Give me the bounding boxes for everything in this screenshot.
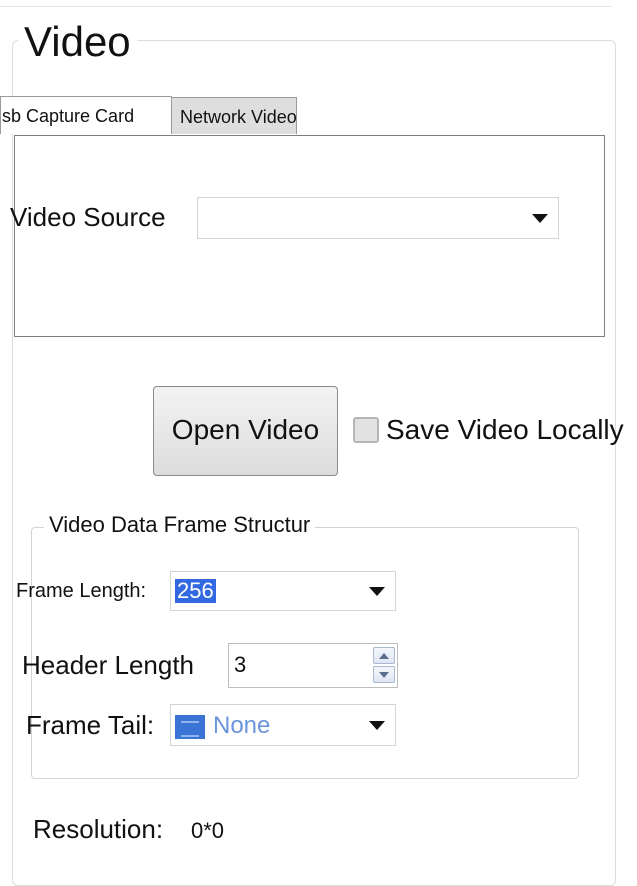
chevron-down-icon <box>532 214 548 223</box>
tab-usb-capture-card[interactable]: usb Capture Card <box>0 96 172 134</box>
video-group-title: Video <box>18 14 137 70</box>
resolution-label: Resolution: <box>33 814 164 844</box>
header-length-spinbox[interactable]: 3 <box>228 643 398 688</box>
frame-tail-label: Frame Tail: <box>26 710 155 740</box>
video-source-combo[interactable] <box>197 197 559 239</box>
resolution-value: 0*0 <box>191 818 225 843</box>
header-length-label: Header Length <box>22 650 195 680</box>
frame-structure-title: Video Data Frame Structur <box>44 510 316 540</box>
frame-length-value: 256 <box>175 578 216 603</box>
open-video-button[interactable]: Open Video <box>153 386 338 476</box>
chevron-down-icon <box>369 721 385 730</box>
spin-down-button[interactable] <box>373 666 395 683</box>
video-source-label: Video Source <box>10 202 166 232</box>
arrow-up-icon <box>379 653 389 659</box>
frame-length-label: Frame Length: <box>16 580 147 602</box>
top-divider <box>0 6 612 7</box>
frame-tail-icon <box>175 714 205 739</box>
header-length-value: 3 <box>234 652 247 677</box>
tab-label: Network Video <box>180 107 297 127</box>
frame-length-combo[interactable]: 256 <box>170 571 396 611</box>
save-locally-checkbox[interactable] <box>353 417 379 443</box>
tab-network-video[interactable]: Network Video <box>171 97 297 134</box>
frame-tail-value: None <box>213 712 271 739</box>
chevron-down-icon <box>369 587 385 596</box>
frame-tail-combo[interactable]: None <box>170 704 396 746</box>
save-locally-label: Save Video Locally <box>386 414 624 445</box>
tab-label: usb Capture Card <box>0 106 135 126</box>
arrow-down-icon <box>379 672 389 678</box>
spin-up-button[interactable] <box>373 647 395 664</box>
